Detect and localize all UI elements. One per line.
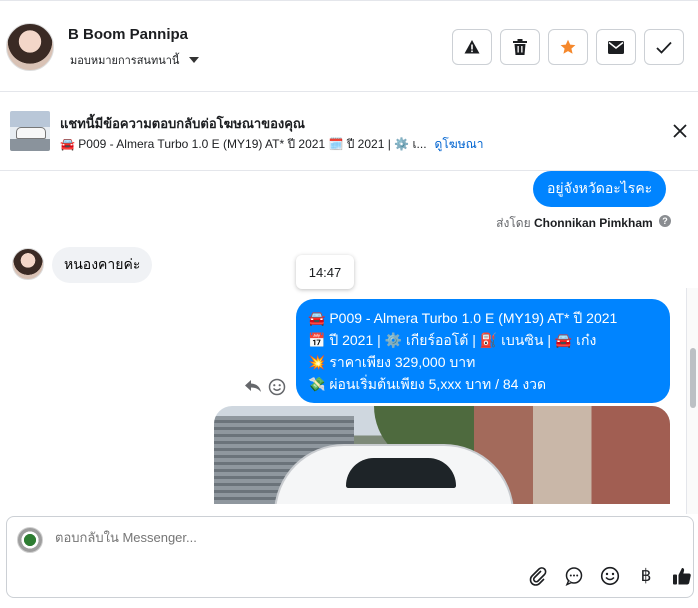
incoming-message[interactable]: หนองคายค่ะ (52, 247, 153, 283)
ad-summary: 🚘 P009 - Almera Turbo 1.0 E (MY19) AT* ป… (60, 137, 427, 151)
paperclip-icon (529, 567, 547, 586)
reply-icon[interactable] (244, 378, 262, 394)
contact-name[interactable]: B Boom Pannipa (68, 26, 188, 43)
attach-button[interactable] (527, 565, 549, 587)
message-line: 💥 ราคาเพียง 329,000 บาท (308, 354, 476, 370)
message-line: 💸 ผ่อนเริ่มต้นเพียง 5,xxx บาท / 84 งวด (308, 376, 547, 392)
outgoing-message[interactable]: 🚘 P009 - Almera Turbo 1.0 E (MY19) AT* ป… (296, 299, 670, 403)
assign-conversation-dropdown[interactable]: มอบหมายการสนทนานี้ (70, 51, 200, 69)
emoji-icon (600, 566, 620, 586)
composer-toolbar: ฿ (527, 565, 693, 587)
caret-down-icon (189, 57, 200, 63)
message-actions (244, 378, 286, 396)
star-icon (560, 39, 576, 54)
mark-unread-button[interactable] (596, 29, 636, 65)
message-line: 📅 ปี 2021 | ⚙️ เกียร์ออโต้ | ⛽ เบนซิน | … (308, 332, 597, 348)
reply-input[interactable] (55, 530, 555, 545)
thumbs-up-icon (673, 568, 691, 585)
view-ad-link[interactable]: ดูโฆษณา (435, 135, 484, 154)
reply-composer: ฿ (6, 516, 694, 598)
scrollbar-thumb[interactable] (690, 348, 696, 408)
warning-icon (464, 40, 480, 54)
ad-banner-subtitle: 🚘 P009 - Almera Turbo 1.0 E (MY19) AT* ป… (60, 135, 483, 154)
baht-icon: ฿ (640, 566, 652, 585)
emoji-button[interactable] (599, 565, 621, 587)
conversation-header: B Boom Pannipa มอบหมายการสนทนานี้ (0, 0, 698, 92)
mark-done-button[interactable] (644, 29, 684, 65)
mark-spam-button[interactable] (452, 29, 492, 65)
message-text: อยู่จังหวัดอะไรคะ (547, 180, 653, 196)
mail-icon (608, 40, 624, 54)
sent-by-prefix: ส่งโดย (496, 216, 531, 230)
message-text: หนองคายค่ะ (64, 256, 141, 272)
trash-icon (513, 39, 527, 55)
page-logo-icon (17, 527, 43, 553)
ad-reply-banner: แชทนี้มีข้อความตอบกลับต่อโฆษณาของคุณ 🚘 P… (0, 93, 698, 171)
delete-button[interactable] (500, 29, 540, 65)
star-button[interactable] (548, 29, 588, 65)
saved-replies-button[interactable] (563, 565, 585, 587)
react-emoji-icon[interactable] (268, 378, 286, 396)
check-icon (656, 41, 672, 54)
close-icon[interactable] (670, 121, 690, 141)
contact-avatar-small (12, 248, 44, 280)
timestamp-tooltip: 14:47 (296, 255, 354, 289)
outgoing-message[interactable]: อยู่จังหวัดอะไรคะ (533, 171, 667, 207)
chat-bubble-icon (565, 567, 583, 586)
like-button[interactable] (671, 565, 693, 587)
message-line: 🚘 P009 - Almera Turbo 1.0 E (MY19) AT* ป… (308, 310, 618, 326)
scrollbar[interactable] (686, 288, 698, 514)
car-photo-attachment[interactable] (214, 406, 670, 504)
assign-label: มอบหมายการสนทนานี้ (70, 55, 180, 67)
payment-button[interactable]: ฿ (635, 565, 657, 587)
sent-by-label: ส่งโดย Chonnikan Pimkham (496, 214, 670, 233)
photo-car (274, 444, 514, 504)
contact-avatar[interactable] (6, 23, 54, 71)
ad-thumbnail[interactable] (10, 111, 50, 151)
ad-banner-title: แชทนี้มีข้อความตอบกลับต่อโฆษณาของคุณ (60, 116, 305, 131)
sender-name: Chonnikan Pimkham (533, 216, 653, 230)
info-icon[interactable]: ? (659, 215, 671, 227)
